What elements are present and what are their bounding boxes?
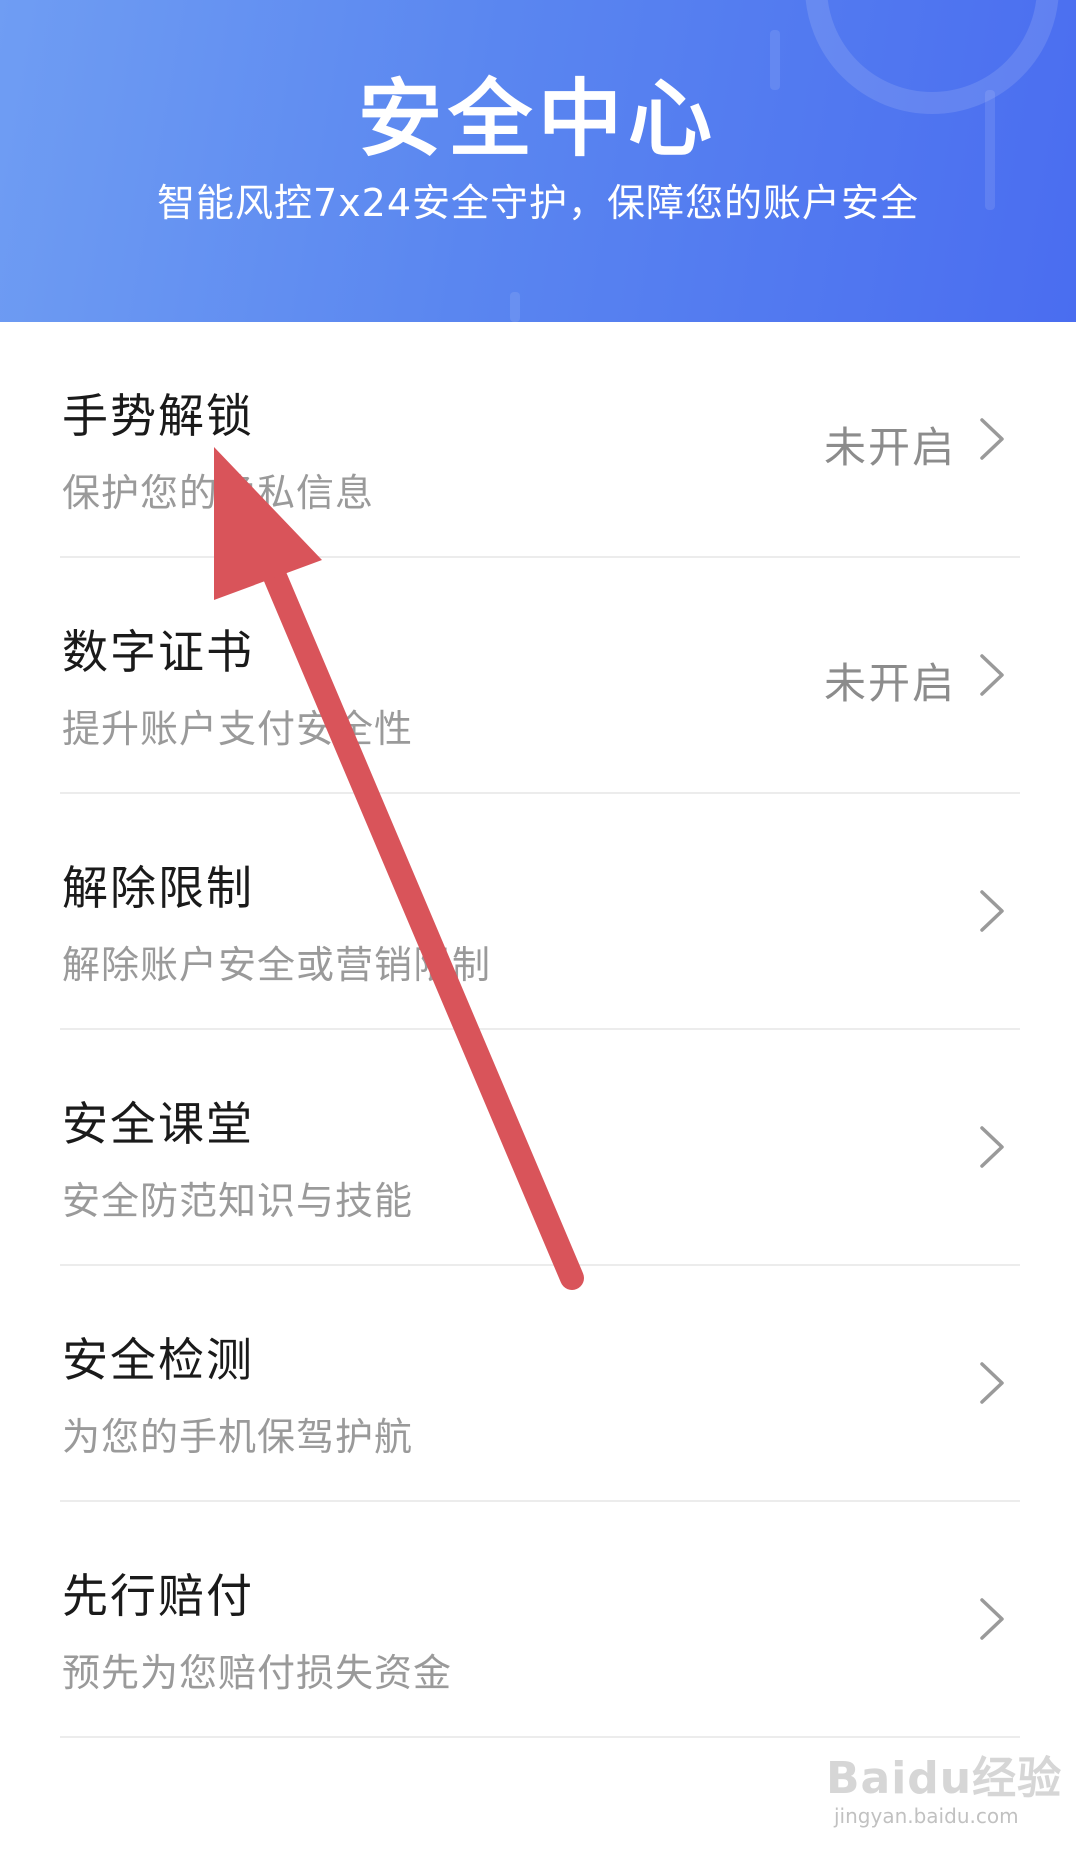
baidu-watermark: Baidu经验 jingyan.baidu.com <box>826 1742 1066 1842</box>
watermark-logo-text: Baidu经验 <box>826 1753 1063 1804</box>
item-title: 解除限制 <box>62 861 254 915</box>
list-item-security-check[interactable]: 安全检测 为您的手机保驾护航 <box>60 1266 1020 1502</box>
item-title: 安全检测 <box>62 1333 254 1387</box>
list-item-advance-compensation[interactable]: 先行赔付 预先为您赔付损失资金 <box>60 1502 1020 1738</box>
item-description: 为您的手机保驾护航 <box>62 1415 414 1459</box>
decorative-bar <box>510 292 520 322</box>
item-title: 先行赔付 <box>62 1569 254 1623</box>
chevron-right-icon <box>974 652 1010 698</box>
list-item-security-class[interactable]: 安全课堂 安全防范知识与技能 <box>60 1030 1020 1266</box>
chevron-right-icon <box>974 1124 1010 1170</box>
chevron-right-icon <box>974 888 1010 934</box>
item-status: 未开启 <box>823 659 956 708</box>
item-description: 保护您的隐私信息 <box>62 471 375 515</box>
item-title: 安全课堂 <box>62 1097 254 1151</box>
list-item-digital-certificate[interactable]: 数字证书 提升账户支付安全性 未开启 <box>60 558 1020 794</box>
item-title: 手势解锁 <box>62 389 254 443</box>
item-description: 预先为您赔付损失资金 <box>62 1651 453 1695</box>
item-description: 提升账户支付安全性 <box>62 707 414 751</box>
item-description: 解除账户安全或营销限制 <box>62 943 492 987</box>
item-status: 未开启 <box>823 423 956 472</box>
page-title: 安全中心 <box>357 70 718 168</box>
header-banner: 安全中心 智能风控7x24安全守护，保障您的账户安全 <box>0 0 1076 322</box>
item-title: 数字证书 <box>62 625 254 679</box>
list-item-gesture-unlock[interactable]: 手势解锁 保护您的隐私信息 未开启 <box>60 322 1020 558</box>
list-item-remove-restrictions[interactable]: 解除限制 解除账户安全或营销限制 <box>60 794 1020 1030</box>
chevron-right-icon <box>974 1596 1010 1642</box>
page-subtitle: 智能风控7x24安全守护，保障您的账户安全 <box>156 181 920 225</box>
item-description: 安全防范知识与技能 <box>62 1179 414 1223</box>
watermark-url: jingyan.baidu.com <box>834 1804 1019 1828</box>
security-options-list: 手势解锁 保护您的隐私信息 未开启 数字证书 提升账户支付安全性 未开启 解除限… <box>60 322 1020 1738</box>
chevron-right-icon <box>974 1360 1010 1406</box>
chevron-right-icon <box>974 416 1010 462</box>
